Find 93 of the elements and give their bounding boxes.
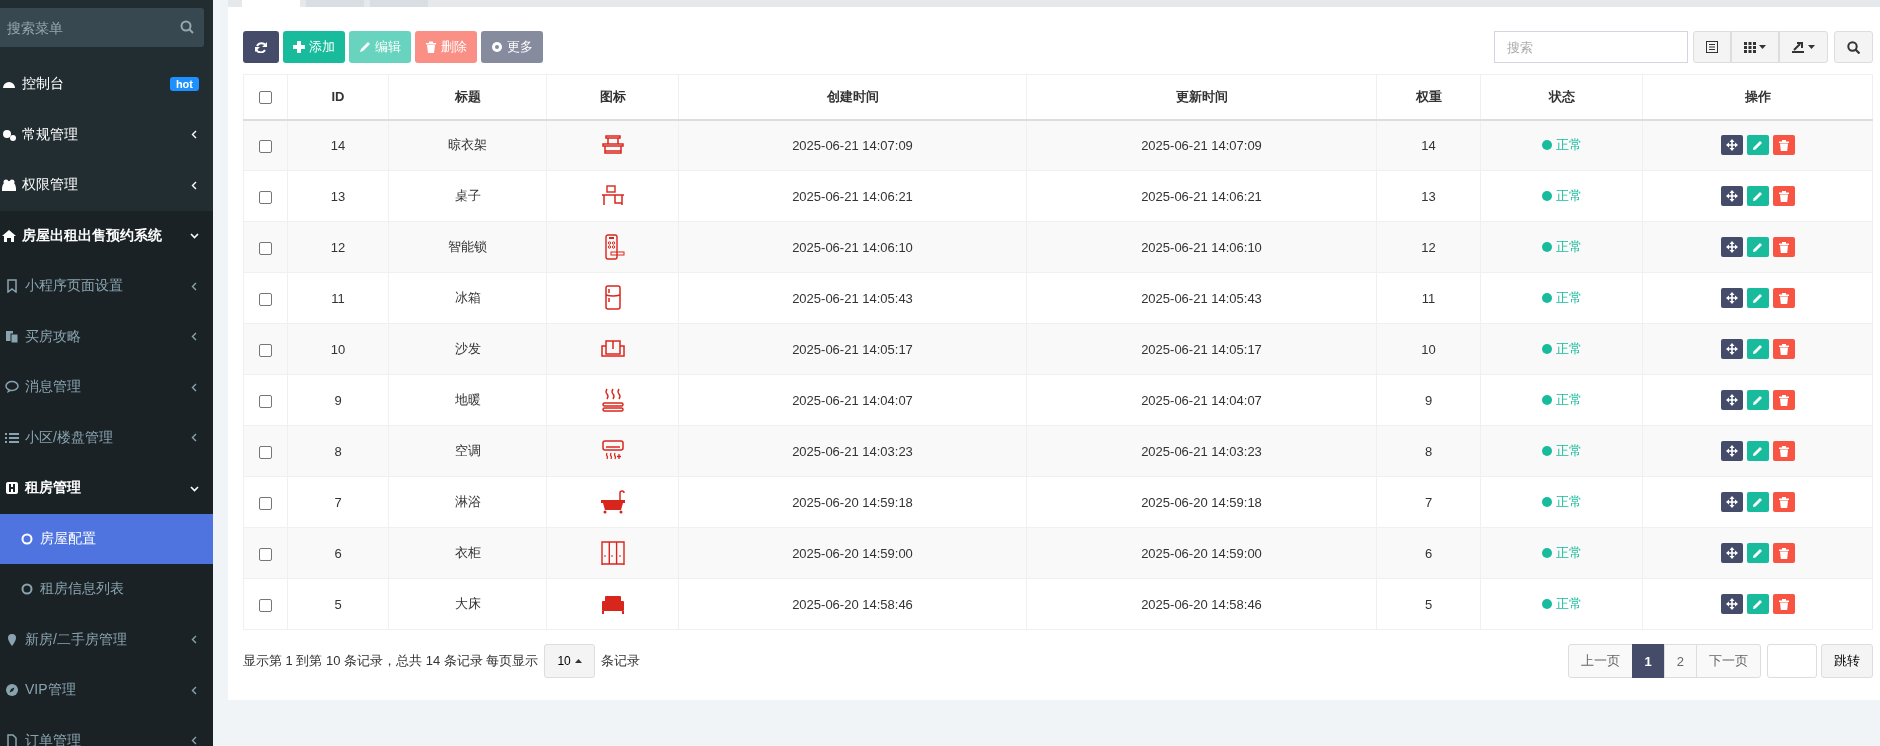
page-button[interactable]: 2 [1663,644,1697,678]
table-cell: 2025-06-21 14:05:17 [792,341,913,357]
table-cell: 2025-06-20 14:58:46 [1141,596,1262,612]
table-cell: 淋浴 [454,494,481,509]
table-cell: 2025-06-20 14:58:46 [792,596,913,612]
table-cell: 大床 [454,596,481,611]
search-field[interactable]: 搜索 [1494,31,1688,63]
table-cell: 14 [1421,137,1436,153]
table-cell: 2025-06-21 14:06:10 [1141,239,1262,255]
table-cell: 2025-06-21 14:04:07 [792,392,913,408]
table-cell: 衣柜 [454,545,481,560]
status-text: 正常 [1555,544,1582,562]
hot-badge: hot [169,77,199,92]
table-cell: 9 [334,392,342,408]
table-cell: 12 [330,239,346,255]
table-cell: 8 [1424,443,1433,459]
table-cell: 2025-06-21 14:03:23 [1141,443,1262,459]
table-cell: 2025-06-21 14:06:21 [1141,188,1262,204]
table-cell: 2025-06-21 14:06:10 [792,239,913,255]
table-cell: 2025-06-21 14:05:43 [1141,290,1262,306]
more-button[interactable]: 更多 [481,31,543,63]
table-cell: 晾衣架 [448,137,487,153]
table-cell: 11 [331,290,345,306]
menu-item[interactable]: 订单管理 [0,715,213,746]
table-cell: 2025-06-21 14:05:17 [1141,341,1262,357]
table-cell: 2025-06-21 14:05:43 [792,290,913,306]
table-cell: 8 [334,443,342,459]
table-cell: 6 [1424,545,1433,561]
column-header: 图标 [599,88,626,104]
table-cell: 14 [330,137,346,153]
table-cell: 7 [1424,494,1433,510]
menu-item[interactable]: 消息管理 [0,362,213,413]
table-cell: 2025-06-20 14:59:00 [1141,545,1262,561]
table-cell: 12 [1421,239,1436,255]
table-cell: 7 [334,494,342,510]
menu-item[interactable]: 租房信息列表 [0,564,213,615]
status-text: 正常 [1555,442,1582,460]
table-cell: 10 [1421,341,1436,357]
menu-item[interactable]: VIP管理 [0,665,213,716]
menu-item[interactable]: 控制台 hot [0,59,213,110]
page-size-dropdown[interactable]: 10 [544,644,595,678]
status-text: 正常 [1555,187,1582,205]
column-header: 创建时间 [826,88,879,104]
table-cell: 13 [330,188,346,204]
table-cell: 13 [1421,188,1436,204]
status-text: 正常 [1555,391,1582,409]
table-cell: 2025-06-21 14:07:09 [792,137,913,153]
table-cell: 空调 [454,443,481,458]
table-cell: 11 [1421,290,1436,306]
page-button[interactable]: 下一页 [1696,644,1761,678]
table-cell: 5 [1424,596,1433,612]
status-text: 正常 [1555,238,1582,256]
jump-button[interactable]: 跳转 [1821,644,1873,678]
table-cell: 2025-06-20 14:59:18 [792,494,913,510]
status-text: 正常 [1555,595,1582,613]
table-cell: 5 [334,596,342,612]
status-text: 正常 [1555,289,1582,307]
table-cell: 6 [334,545,342,561]
column-header: 标题 [454,88,481,104]
table-cell: 智能锁 [448,239,487,254]
table-cell: 2025-06-20 14:59:18 [1141,494,1262,510]
table-cell: 2025-06-21 14:03:23 [792,443,913,459]
table-cell: 2025-06-21 14:04:07 [1141,392,1262,408]
menu-item[interactable]: 小程序页面设置 [0,261,213,312]
status-text: 正常 [1555,136,1582,155]
table-cell: 沙发 [454,341,481,356]
record-summary: 显示第 1 到第 10 条记录，总共 14 条记录 每页显示 [243,652,539,670]
menu-search-field[interactable]: 搜索菜单 [0,8,204,47]
page-button[interactable]: 1 [1631,644,1665,678]
status-text: 正常 [1555,340,1582,358]
menu-item[interactable]: 小区/楼盘管理 [0,412,213,463]
table-cell: 桌子 [454,188,481,203]
menu-item[interactable]: 买房攻略 [0,311,213,362]
table-cell: 冰箱 [454,290,481,305]
menu-item[interactable]: 新房/二手房管理 [0,614,213,665]
column-header: 更新时间 [1175,88,1228,104]
column-header: 操作 [1744,88,1771,104]
page-button[interactable]: 上一页 [1567,644,1633,678]
table-cell: 10 [330,341,346,357]
table-cell: 地暖 [454,392,481,407]
menu-item[interactable]: 房屋配置 [0,513,213,564]
table-cell: 2025-06-21 14:07:09 [1141,137,1262,153]
column-header: 权重 [1415,88,1442,104]
menu-item[interactable]: 常规管理 [0,109,213,160]
menu-item[interactable]: 房屋出租出售预约系统 [0,210,213,261]
table-cell: 2025-06-21 14:06:21 [792,188,913,204]
column-header: ID [331,89,345,105]
status-text: 正常 [1555,493,1582,511]
menu-item[interactable]: 权限管理 [0,160,213,211]
record-summary-suffix: 条记录 [600,652,640,670]
column-header: 状态 [1548,88,1575,104]
table-cell: 2025-06-20 14:59:00 [792,545,913,561]
table-cell: 9 [1424,392,1433,408]
